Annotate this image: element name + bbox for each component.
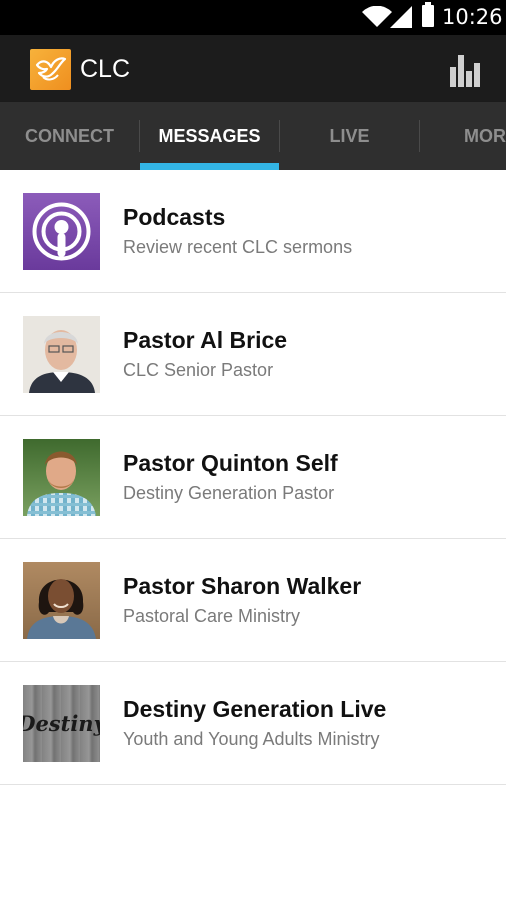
avatar: [23, 439, 100, 516]
item-title: Pastor Quinton Self: [123, 450, 338, 476]
tab-messages[interactable]: MESSAGES: [140, 102, 279, 170]
podcast-icon: [23, 193, 100, 270]
tab-label: MOR: [464, 125, 506, 146]
signal-icon: [390, 6, 412, 28]
item-title: Destiny Generation Live: [123, 696, 387, 722]
app-title: CLC: [80, 55, 131, 83]
tab-bar: CONNECT MESSAGES LIVE MOR: [0, 102, 506, 170]
tab-label: CONNECT: [25, 125, 114, 146]
item-subtitle: Review recent CLC sermons: [123, 237, 353, 257]
list-item-sharon-walker[interactable]: Pastor Sharon Walker Pastoral Care Minis…: [0, 539, 506, 662]
item-title: Podcasts: [123, 204, 226, 230]
avatar: [23, 316, 100, 393]
list-item-podcasts[interactable]: Podcasts Review recent CLC sermons: [0, 170, 506, 293]
tab-indicator: [140, 163, 279, 170]
destiny-thumb-text: Destiny: [23, 711, 100, 736]
tab-label: MESSAGES: [158, 125, 261, 146]
status-bar: 10:26: [0, 0, 506, 35]
tab-more[interactable]: MOR: [420, 102, 506, 170]
list-item-al-brice[interactable]: Pastor Al Brice CLC Senior Pastor: [0, 293, 506, 416]
tab-connect[interactable]: CONNECT: [0, 102, 139, 170]
action-bar: CLC: [0, 35, 506, 102]
bar-chart-icon[interactable]: [448, 53, 484, 87]
dove-logo-icon[interactable]: [30, 49, 71, 90]
item-subtitle: Pastoral Care Ministry: [123, 606, 301, 626]
clock: 10:26: [442, 5, 503, 29]
item-subtitle: CLC Senior Pastor: [123, 360, 274, 380]
destiny-logo-icon: Destiny: [23, 685, 100, 762]
item-title: Pastor Sharon Walker: [123, 573, 362, 599]
avatar: [23, 562, 100, 639]
item-subtitle: Destiny Generation Pastor: [123, 483, 335, 503]
tab-label: LIVE: [329, 125, 370, 146]
item-title: Pastor Al Brice: [123, 327, 288, 353]
wifi-icon: [362, 6, 392, 27]
list-item-destiny-generation-live[interactable]: Destiny Destiny Generation Live Youth an…: [0, 662, 506, 785]
battery-icon: [422, 2, 434, 27]
list-item-quinton-self[interactable]: Pastor Quinton Self Destiny Generation P…: [0, 416, 506, 539]
messages-list: Podcasts Review recent CLC sermons Pasto…: [0, 170, 506, 785]
tab-live[interactable]: LIVE: [280, 102, 419, 170]
item-subtitle: Youth and Young Adults Ministry: [123, 729, 380, 749]
